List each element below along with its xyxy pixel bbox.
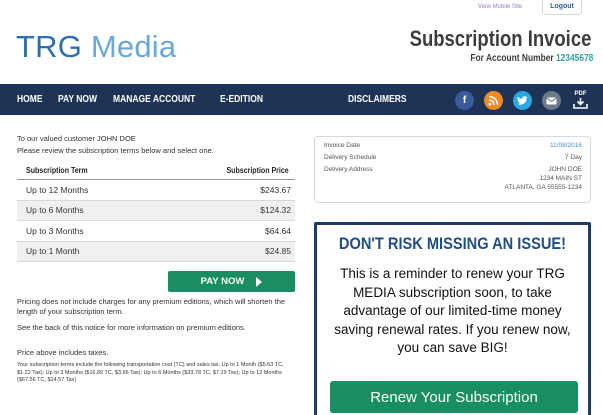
pdf-label: PDF bbox=[574, 91, 587, 97]
nav-manage-account[interactable]: MANAGE ACCOUNT bbox=[113, 94, 195, 105]
invoice-date-label: Invoice Date bbox=[324, 142, 361, 149]
price-cell: $64.64 bbox=[265, 225, 291, 236]
price-cell: $24.85 bbox=[265, 246, 291, 257]
nav-home[interactable]: HOME bbox=[17, 94, 43, 105]
pdf-download-icon[interactable]: PDF bbox=[571, 90, 590, 111]
account-number-label: For Account Number bbox=[470, 53, 556, 64]
taxes-note: Price above includes taxes. bbox=[17, 348, 109, 357]
table-row[interactable]: Up to 3 Months $64.64 bbox=[17, 221, 295, 242]
delivery-schedule-label: Delivery Schedule bbox=[324, 154, 377, 161]
pay-now-label: PAY NOW bbox=[200, 276, 245, 287]
table-row[interactable]: Up to 6 Months $124.32 bbox=[17, 200, 295, 221]
address-name: JOHN DOE bbox=[548, 166, 582, 173]
nav-e-edition[interactable]: E-EDITION bbox=[220, 94, 263, 105]
reminder-headline: DON'T RISK MISSING AN ISSUE! bbox=[338, 234, 567, 253]
subscription-terms-table: Subscription Term Subscription Price Up … bbox=[17, 166, 295, 262]
page-title: Subscription Invoice bbox=[409, 26, 591, 51]
twitter-icon[interactable] bbox=[513, 91, 532, 110]
delivery-schedule: 7 Day bbox=[565, 154, 582, 161]
price-cell: $124.32 bbox=[260, 205, 291, 216]
facebook-icon[interactable]: f bbox=[455, 91, 474, 110]
greeting: To our valued customer JOHN DOE bbox=[17, 134, 136, 143]
reminder-message: This is a reminder to renew your TRG MED… bbox=[334, 266, 571, 355]
instruction: Please review the subscription terms bel… bbox=[17, 146, 214, 155]
play-arrow-icon bbox=[256, 276, 263, 287]
invoice-details-box: Invoice Date 11/08/2016 Delivery Schedul… bbox=[314, 136, 591, 203]
brand-trg: TRG bbox=[16, 29, 83, 64]
logout-button[interactable]: Logout bbox=[542, 0, 582, 15]
column-header-price: Subscription Price bbox=[226, 166, 289, 175]
table-row[interactable]: Up to 12 Months $243.67 bbox=[17, 180, 295, 201]
top-utility-bar: View Mobile Site Logout bbox=[0, 0, 603, 16]
address-city: ATLANTA, GA 55555-1234 bbox=[504, 184, 582, 191]
column-header-term: Subscription Term bbox=[26, 166, 88, 175]
intro-text: To our valued customer JOHN DOE Please r… bbox=[17, 133, 214, 157]
invoice-date: 11/08/2016 bbox=[549, 142, 582, 149]
account-number-line: For Account Number 12345678 bbox=[470, 53, 593, 64]
rss-icon[interactable] bbox=[484, 91, 503, 110]
pay-now-button[interactable]: PAY NOW bbox=[168, 271, 295, 292]
address-street: 1234 MAIN ST bbox=[539, 175, 582, 182]
term-cell: Up to 3 Months bbox=[26, 225, 84, 236]
renewal-reminder-box: DON'T RISK MISSING AN ISSUE! This is a r… bbox=[314, 222, 591, 415]
fine-print: Your subscription terms include the foll… bbox=[17, 362, 284, 383]
mail-icon[interactable] bbox=[542, 91, 561, 110]
pricing-note: Pricing does not include charges for any… bbox=[17, 297, 286, 316]
nav-disclaimers[interactable]: DISCLAIMERS bbox=[348, 94, 407, 105]
term-cell: Up to 6 Months bbox=[26, 205, 84, 216]
term-cell: Up to 12 Months bbox=[26, 184, 89, 195]
price-cell: $243.67 bbox=[260, 184, 291, 195]
brand-logo[interactable]: TRG Media bbox=[16, 29, 176, 65]
view-mobile-site-link[interactable]: View Mobile Site bbox=[478, 4, 522, 10]
delivery-address-label: Delivery Address bbox=[324, 166, 373, 173]
main-nav: HOME PAY NOW MANAGE ACCOUNT E-EDITION DI… bbox=[0, 84, 603, 115]
table-row[interactable]: Up to 1 Month $24.85 bbox=[17, 241, 295, 262]
term-cell: Up to 1 Month bbox=[26, 246, 80, 257]
brand-media: Media bbox=[82, 29, 177, 64]
renew-subscription-button[interactable]: Renew Your Subscription bbox=[330, 381, 578, 413]
back-notice-note: See the back of this notice for more inf… bbox=[17, 323, 246, 332]
social-icons: f PDF bbox=[455, 90, 590, 111]
account-number: 12345678 bbox=[555, 53, 593, 64]
table-header: Subscription Term Subscription Price bbox=[17, 166, 295, 180]
nav-pay-now[interactable]: PAY NOW bbox=[58, 94, 97, 105]
